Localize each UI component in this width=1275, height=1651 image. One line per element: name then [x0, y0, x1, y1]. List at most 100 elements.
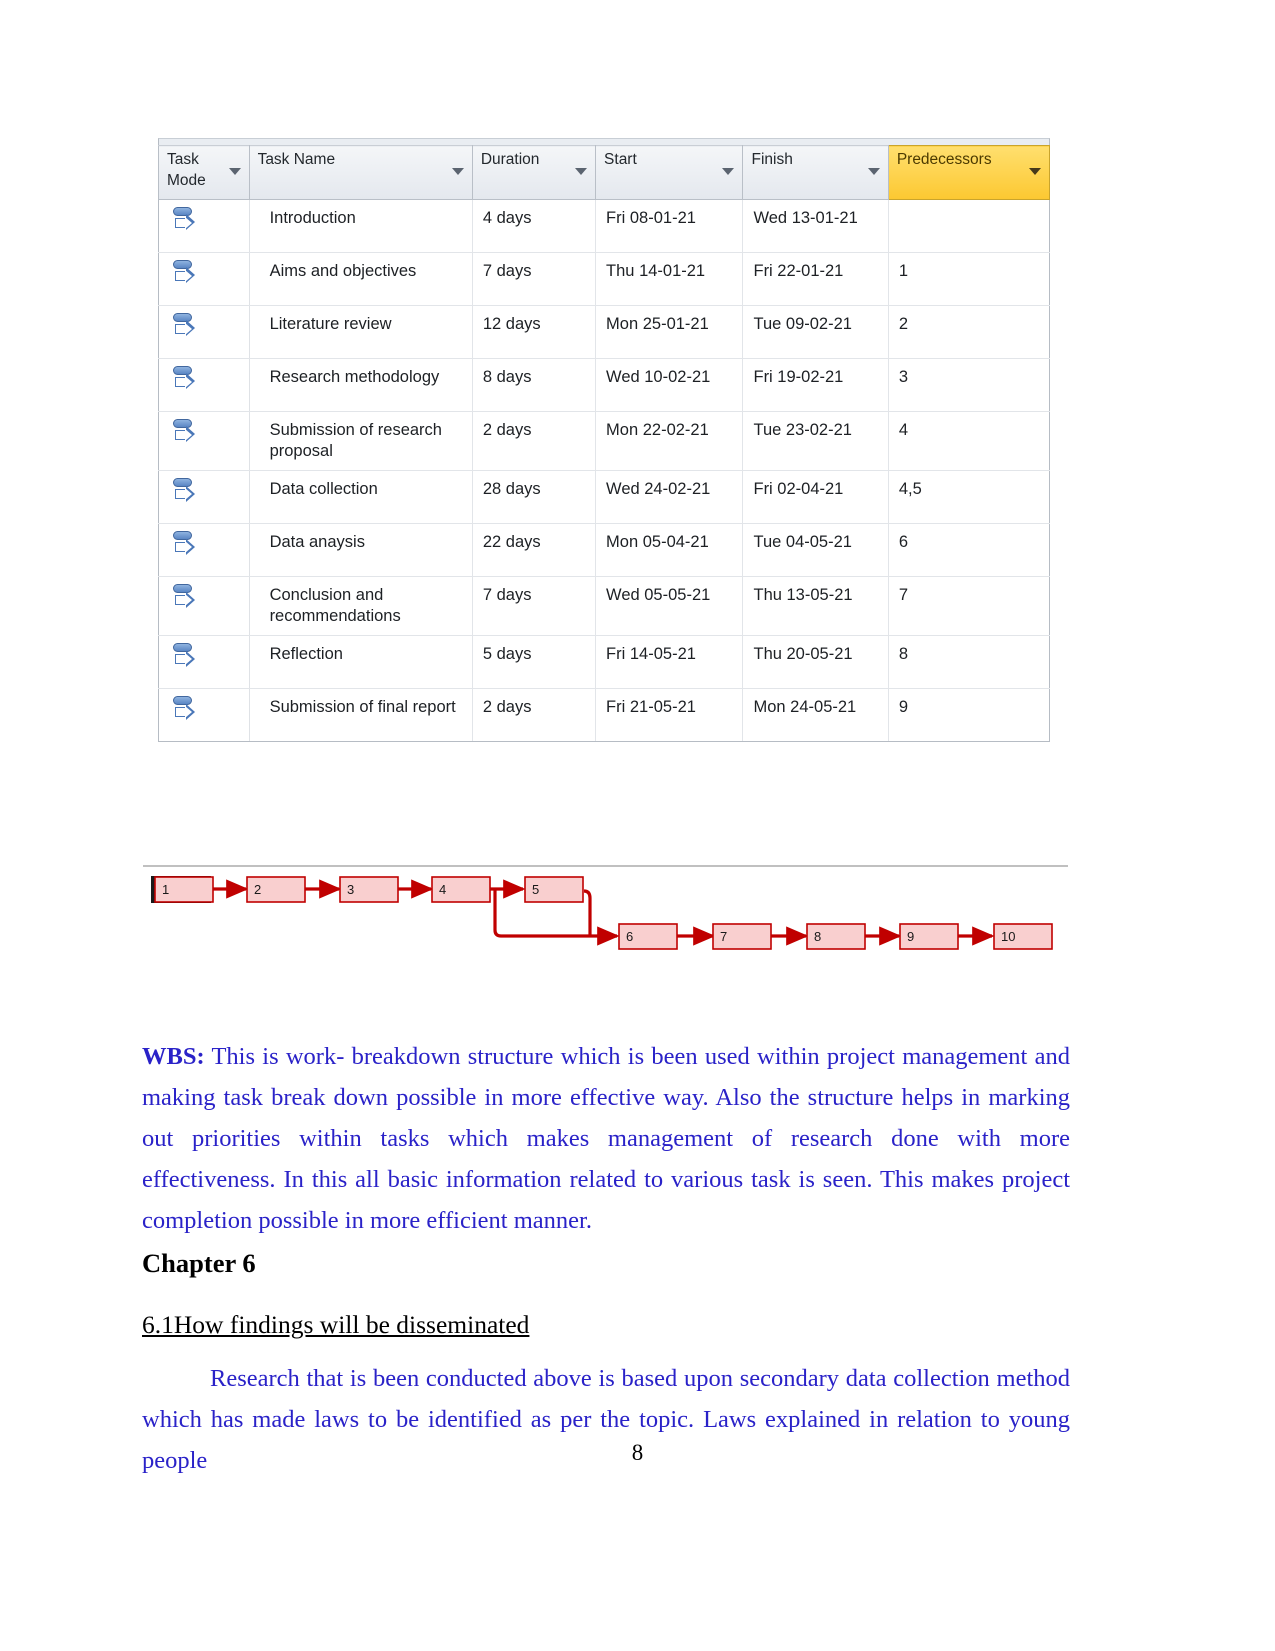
cell-finish[interactable]: Thu 13-05-21	[742, 576, 889, 637]
table-row[interactable]: Submission of final report 2 days Fri 21-0…	[158, 688, 1051, 743]
cell-task-name[interactable]: Reflection	[248, 635, 473, 690]
cell-start[interactable]: Wed 24-02-21	[595, 470, 744, 525]
cell-task-name[interactable]: Literature review	[248, 305, 473, 359]
column-header-label: Duration	[480, 151, 540, 168]
network-node-label: 6	[626, 929, 633, 944]
cell-task-name[interactable]: Submission of final report	[248, 688, 473, 743]
cell-finish[interactable]: Mon 24-05-21	[742, 688, 889, 743]
cell-start[interactable]: Fri 08-01-21	[595, 199, 744, 253]
cell-predecessors[interactable]: 2	[887, 305, 1051, 359]
wbs-network-diagram: 1 2 3 4 5 6 7 8 9 10	[143, 856, 1068, 968]
column-header-task-mode[interactable]: Task Mode	[158, 145, 250, 200]
cell-duration[interactable]: 5 days	[471, 635, 597, 690]
cell-finish[interactable]: Fri 02-04-21	[742, 470, 889, 525]
cell-duration[interactable]: 28 days	[471, 470, 597, 525]
cell-start[interactable]: Wed 05-05-21	[595, 576, 744, 637]
table-row[interactable]: Research methodology 8 days Wed 10-02-21 Fr…	[158, 358, 1051, 412]
cell-start[interactable]: Wed 10-02-21	[595, 358, 744, 412]
chevron-down-icon[interactable]	[451, 168, 464, 175]
table-row[interactable]: Submission of research proposal 2 days Mon…	[158, 410, 1051, 472]
cell-task-mode[interactable]	[158, 576, 250, 637]
cell-task-mode[interactable]	[158, 635, 250, 690]
chapter-heading: Chapter 6	[142, 1247, 256, 1278]
network-node-label: 10	[1001, 929, 1015, 944]
cell-predecessors[interactable]: 4	[887, 410, 1051, 472]
cell-duration[interactable]: 22 days	[471, 523, 597, 578]
network-node-label: 8	[814, 929, 821, 944]
cell-predecessors[interactable]: 1	[887, 252, 1051, 306]
table-row[interactable]: Conclusion and recommendations 7 days Wed …	[158, 576, 1051, 637]
cell-duration[interactable]: 4 days	[471, 199, 597, 253]
column-header-task-name[interactable]: Task Name	[248, 145, 473, 200]
wbs-label: WBS:	[142, 1042, 205, 1070]
cell-duration[interactable]: 7 days	[471, 252, 597, 306]
chevron-down-icon[interactable]	[722, 168, 735, 175]
cell-predecessors[interactable]: 3	[887, 358, 1051, 412]
cell-task-mode[interactable]	[158, 305, 250, 359]
section-heading: 6.1How findings will be disseminated	[142, 1308, 1070, 1342]
cell-task-name[interactable]: Conclusion and recommendations	[248, 576, 473, 637]
cell-duration[interactable]: 2 days	[471, 410, 597, 472]
cell-finish[interactable]: Thu 20-05-21	[742, 635, 889, 690]
cell-task-mode[interactable]	[158, 410, 250, 472]
cell-task-mode[interactable]	[158, 199, 250, 253]
network-node-label: 3	[347, 882, 354, 897]
column-header-finish[interactable]: Finish	[742, 145, 889, 200]
cell-task-mode[interactable]	[158, 358, 250, 412]
cell-predecessors[interactable]: 6	[887, 523, 1051, 578]
table-row[interactable]: Reflection 5 days Fri 14-05-21 Thu 20-05-21…	[158, 635, 1051, 690]
cell-task-name[interactable]: Submission of research proposal	[248, 410, 473, 472]
table-row[interactable]: Introduction 4 days Fri 08-01-21 Wed 13-01-…	[158, 199, 1051, 253]
cell-task-mode[interactable]	[158, 252, 250, 306]
cell-predecessors[interactable]: 7	[887, 576, 1051, 637]
cell-finish[interactable]: Wed 13-01-21	[742, 199, 889, 253]
cell-task-mode[interactable]	[158, 523, 250, 578]
wbs-paragraph-text: This is work- breakdown structure which …	[142, 1042, 1070, 1234]
cell-start[interactable]: Fri 14-05-21	[595, 635, 744, 690]
network-node-group: 1 2 3 4 5 6 7 8 9 10	[154, 876, 1053, 950]
cell-finish[interactable]: Fri 22-01-21	[742, 252, 889, 306]
column-header-predecessors[interactable]: Predecessors	[887, 145, 1051, 200]
cell-predecessors[interactable]: 4,5	[887, 470, 1051, 525]
wbs-paragraph: WBS: This is work- breakdown structure w…	[142, 1036, 1070, 1241]
cell-duration[interactable]: 12 days	[471, 305, 597, 359]
cell-task-name[interactable]: Research methodology	[248, 358, 473, 412]
column-header-start[interactable]: Start	[595, 145, 744, 200]
cell-start[interactable]: Fri 21-05-21	[595, 688, 744, 743]
column-header-label: Task Name	[257, 151, 336, 168]
cell-start[interactable]: Mon 25-01-21	[595, 305, 744, 359]
chevron-down-icon[interactable]	[228, 168, 241, 175]
cell-duration[interactable]: 2 days	[471, 688, 597, 743]
cell-task-name[interactable]: Data collection	[248, 470, 473, 525]
table-row[interactable]: Data collection 28 days Wed 24-02-21 Fri 02…	[158, 470, 1051, 525]
table-row[interactable]: Data anaysis 22 days Mon 05-04-21 Tue 04-05…	[158, 523, 1051, 578]
cell-task-name[interactable]: Aims and objectives	[248, 252, 473, 306]
cell-predecessors[interactable]: 8	[887, 635, 1051, 690]
cell-task-mode[interactable]	[158, 470, 250, 525]
cell-start[interactable]: Mon 22-02-21	[595, 410, 744, 472]
section-heading-label: 6.1How findings will be disseminated	[142, 1310, 530, 1340]
cell-finish[interactable]: Tue 23-02-21	[742, 410, 889, 472]
cell-finish[interactable]: Tue 09-02-21	[742, 305, 889, 359]
cell-task-mode[interactable]	[158, 688, 250, 743]
cell-finish[interactable]: Tue 04-05-21	[742, 523, 889, 578]
cell-predecessors[interactable]: 9	[887, 688, 1051, 743]
cell-finish[interactable]: Fri 19-02-21	[742, 358, 889, 412]
cell-duration[interactable]: 8 days	[471, 358, 597, 412]
table-row[interactable]: Literature review 12 days Mon 25-01-21 Tue …	[158, 305, 1051, 359]
cell-duration[interactable]: 7 days	[471, 576, 597, 637]
connector-5-6	[583, 889, 592, 936]
column-header-label: Predecessors	[896, 151, 992, 168]
cell-start[interactable]: Thu 14-01-21	[595, 252, 744, 306]
chevron-down-icon[interactable]	[575, 168, 588, 175]
cell-task-name[interactable]: Introduction	[248, 199, 473, 253]
table-row[interactable]: Aims and objectives 7 days Thu 14-01-21 Fri…	[158, 252, 1051, 306]
column-header-duration[interactable]: Duration	[471, 145, 597, 200]
chevron-down-icon[interactable]	[1029, 168, 1041, 175]
chevron-down-icon[interactable]	[867, 168, 880, 175]
cell-task-name[interactable]: Data anaysis	[248, 523, 473, 578]
cell-predecessors[interactable]	[887, 199, 1051, 253]
cell-start[interactable]: Mon 05-04-21	[595, 523, 744, 578]
network-node-label: 5	[532, 882, 539, 897]
network-node-label: 1	[162, 882, 169, 897]
